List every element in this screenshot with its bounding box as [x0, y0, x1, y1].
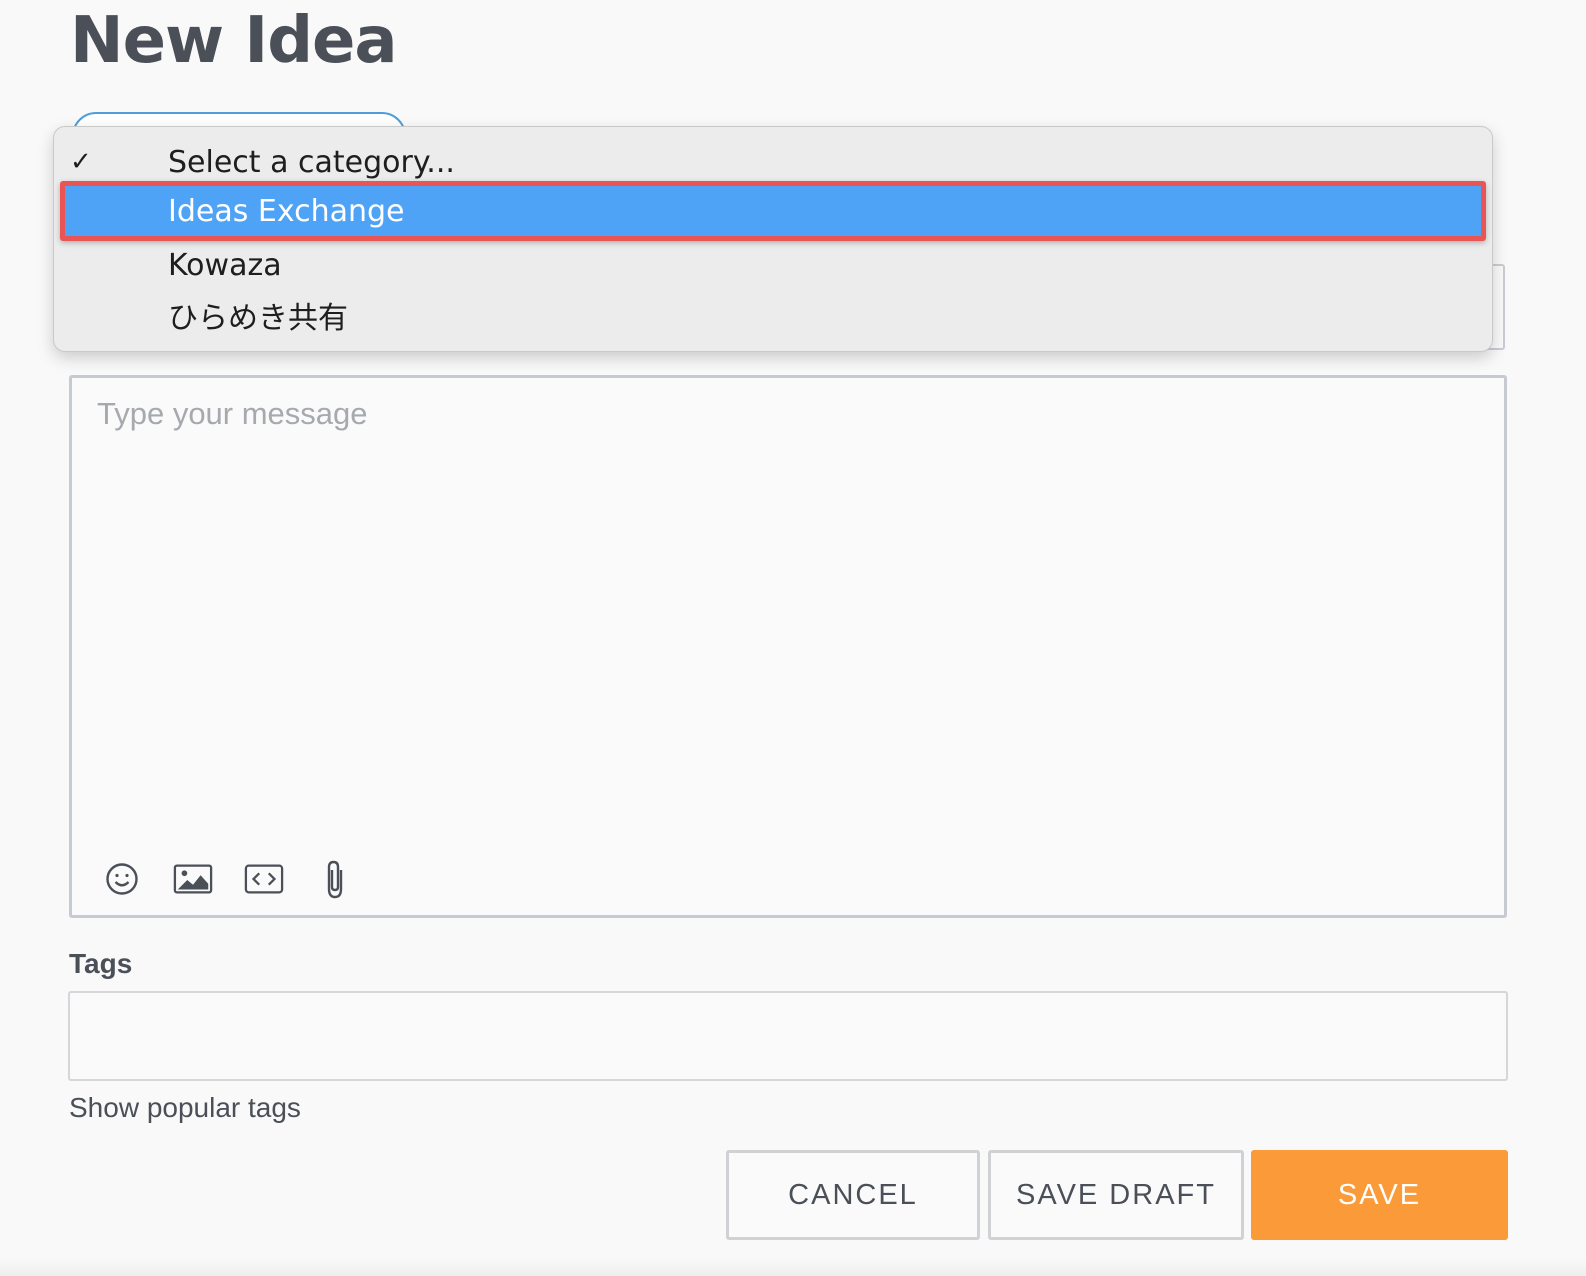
insert-code-button[interactable] — [244, 857, 284, 901]
save-button[interactable]: SAVE — [1251, 1150, 1508, 1240]
smiley-icon — [106, 863, 138, 895]
dropdown-option-label: Kowaza — [168, 247, 282, 283]
dropdown-option-hirameki[interactable]: ひらめき共有 — [54, 290, 1492, 340]
tags-input[interactable] — [68, 991, 1508, 1081]
category-dropdown[interactable]: ✓ Select a category... Ideas Exchange Ko… — [53, 126, 1493, 352]
cancel-button[interactable]: CANCEL — [726, 1150, 980, 1240]
tags-label: Tags — [69, 948, 133, 979]
editor-toolbar — [102, 857, 386, 901]
checkmark-icon: ✓ — [70, 147, 92, 177]
dropdown-placeholder-option[interactable]: ✓ Select a category... — [54, 137, 1492, 187]
attach-file-button[interactable] — [315, 857, 355, 901]
dropdown-option-label: Ideas Exchange — [168, 193, 405, 229]
emoji-button[interactable] — [102, 857, 142, 901]
new-idea-page: New Idea ✓ Select a category... Ideas Ex… — [0, 0, 1586, 1276]
dropdown-option-label: ひらめき共有 — [168, 301, 348, 336]
save-draft-button[interactable]: SAVE DRAFT — [988, 1150, 1244, 1240]
image-icon — [173, 864, 213, 894]
message-placeholder: Type your message — [97, 396, 368, 431]
dropdown-option-ideas-exchange[interactable]: Ideas Exchange — [65, 186, 1481, 236]
message-editor[interactable]: Type your message — [69, 375, 1507, 918]
paperclip-icon — [327, 860, 343, 899]
insert-image-button[interactable] — [173, 857, 213, 901]
dropdown-placeholder-label: Select a category... — [168, 144, 455, 180]
bottom-edge — [0, 1258, 1586, 1276]
dropdown-option-kowaza[interactable]: Kowaza — [54, 240, 1492, 290]
page-title: New Idea — [70, 4, 398, 78]
show-popular-tags-link[interactable]: Show popular tags — [69, 1092, 301, 1124]
code-icon — [244, 864, 284, 894]
